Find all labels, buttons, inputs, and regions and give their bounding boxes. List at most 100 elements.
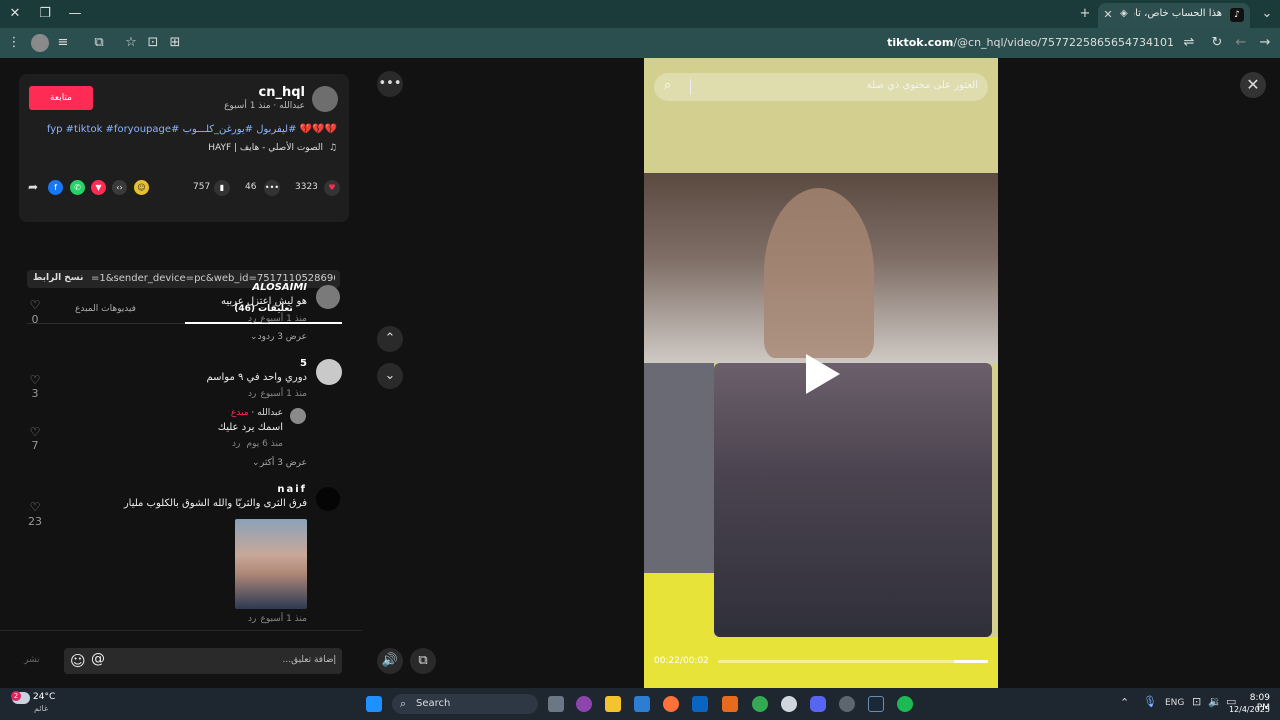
windows-start-icon[interactable] xyxy=(366,696,382,712)
volume-icon[interactable]: 🔊 xyxy=(377,648,403,674)
coin-gift-icon[interactable]: ☺ xyxy=(134,180,149,195)
tray-chevron-up-icon[interactable]: ⌃ xyxy=(1120,696,1129,709)
sound-name[interactable]: الصوت الأصلي - هايف | HAYF xyxy=(208,143,323,153)
search-icon: ⌕ xyxy=(400,697,407,710)
microphone-icon[interactable]: 🎙 xyxy=(1143,695,1157,708)
save-bookmark-icon[interactable]: ▮ xyxy=(214,180,230,196)
chrome-icon[interactable] xyxy=(752,696,768,712)
commenter-name[interactable]: ALOSAIMI xyxy=(252,282,307,293)
author-username[interactable]: cn_hql xyxy=(259,85,305,100)
windows-taskbar: 2 24°C غائم ⌕ Search ⌃ 🎙 ENG ⊡ 🔉 ▭ 8:09 … xyxy=(0,688,1280,720)
screenshot-icon[interactable]: ⊡ xyxy=(144,34,162,52)
comment-like-icon[interactable]: ♡ xyxy=(28,298,42,312)
video-frame-left xyxy=(644,363,714,573)
settings-gear-icon[interactable] xyxy=(781,696,797,712)
replier-name[interactable]: عبدالله xyxy=(257,408,283,418)
view-replies-button[interactable]: عرض 3 ردود xyxy=(258,332,307,342)
whatsapp-icon[interactable]: ✆ xyxy=(70,180,85,195)
follow-button[interactable]: متابعة xyxy=(29,86,93,110)
steam-icon[interactable] xyxy=(868,696,884,712)
creator-badge: مبدع xyxy=(230,408,249,418)
previous-video-chevron-up-icon[interactable]: ⌃ xyxy=(377,326,403,352)
spotify-icon[interactable] xyxy=(897,696,913,712)
like-heart-icon[interactable]: ♥ xyxy=(324,180,340,196)
replier-avatar[interactable] xyxy=(290,408,306,424)
task-view-icon[interactable] xyxy=(548,696,564,712)
commenter-avatar[interactable] xyxy=(316,487,340,511)
language-indicator[interactable]: ENG xyxy=(1165,698,1184,708)
store-icon[interactable] xyxy=(634,696,650,712)
commenter-avatar[interactable] xyxy=(316,359,342,385)
post-comment-button[interactable]: نشر xyxy=(24,655,40,665)
new-tab-button[interactable]: + xyxy=(1074,4,1096,24)
weather-label: غائم xyxy=(34,704,49,713)
extensions-icon[interactable]: ⧉ xyxy=(90,34,108,52)
reply-button[interactable]: رد xyxy=(248,389,256,399)
taskbar-search[interactable]: ⌕ Search xyxy=(392,694,538,714)
reply-button[interactable]: رد xyxy=(248,314,256,324)
close-window-icon[interactable]: ✕ xyxy=(4,4,26,24)
comment-input[interactable]: إضافة تعليق... xyxy=(282,655,336,665)
bookmark-star-icon[interactable]: ☆ xyxy=(122,34,140,52)
reply-button[interactable]: رد xyxy=(232,439,240,449)
volume-tray-icon[interactable]: 🔉 xyxy=(1208,695,1222,708)
file-explorer-icon[interactable] xyxy=(605,696,621,712)
embed-code-icon[interactable]: ‹› xyxy=(112,180,127,195)
minimize-window-icon[interactable]: — xyxy=(64,4,86,24)
related-search-bar[interactable]: العثور على محتوى ذي صلة ⌕ xyxy=(654,73,988,101)
copy-link-button[interactable]: نسخ الرابط xyxy=(33,273,83,283)
firefox-icon[interactable] xyxy=(663,696,679,712)
related-search-input[interactable]: العثور على محتوى ذي صلة xyxy=(867,80,978,91)
view-more-replies-button[interactable]: عرض 3 أكثر xyxy=(260,458,307,468)
comment-text: فرق الثرى والثريّا والله الشوق بالكلوب م… xyxy=(123,498,307,509)
comment-like-icon[interactable]: ♡ xyxy=(28,500,42,514)
clock-date[interactable]: 12/4/2025 xyxy=(1226,705,1270,714)
app-circle-icon[interactable] xyxy=(839,696,855,712)
commenter-avatar[interactable] xyxy=(316,285,340,309)
comment-image[interactable] xyxy=(235,519,307,609)
commenter-name[interactable]: naif xyxy=(277,484,307,495)
like-count: 3323 xyxy=(295,182,318,192)
copilot-icon[interactable] xyxy=(576,696,592,712)
reload-icon[interactable]: ↻ xyxy=(1208,34,1226,52)
facebook-icon[interactable]: f xyxy=(48,180,63,195)
close-tab-icon[interactable]: ✕ xyxy=(1100,5,1116,25)
profile-avatar[interactable] xyxy=(31,34,49,52)
comment-composer[interactable]: ☺ @ إضافة تعليق... xyxy=(64,648,342,674)
share-send-icon[interactable]: ▼ xyxy=(91,180,106,195)
network-icon[interactable]: ⊡ xyxy=(1192,695,1201,708)
video-person-figure xyxy=(764,188,874,358)
menu-kebab-icon[interactable]: ⋮ xyxy=(5,34,23,52)
mention-icon[interactable]: @ xyxy=(91,651,105,667)
browser-tab[interactable]: ✕ ◈ هذا الحساب خاص، تابع هذا ا... ♪ xyxy=(1098,3,1250,28)
media-controls-icon[interactable]: ≡ xyxy=(54,34,72,52)
video-player[interactable]: العثور على محتوى ذي صلة ⌕ 00:22/00:02 xyxy=(644,58,998,688)
emoji-icon[interactable]: ☺ xyxy=(70,652,86,670)
play-icon[interactable] xyxy=(806,354,840,394)
forward-icon[interactable]: ← xyxy=(1232,34,1250,52)
video-progress-track[interactable] xyxy=(718,660,988,663)
comment-like-icon[interactable]: ♡ xyxy=(28,425,42,439)
site-settings-icon[interactable]: ⇌ xyxy=(1180,34,1198,52)
comment-bubble-icon[interactable]: ••• xyxy=(264,180,280,196)
app-icon[interactable] xyxy=(722,696,738,712)
commenter-name[interactable]: 5 xyxy=(300,358,307,369)
share-arrow-icon[interactable]: ➦ xyxy=(28,180,38,194)
reply-button[interactable]: رد xyxy=(248,614,256,624)
search-icon[interactable]: ⌕ xyxy=(664,78,671,93)
tab-search-chevron-icon[interactable]: ⌄ xyxy=(1256,4,1278,24)
translate-icon[interactable]: ⊞ xyxy=(166,34,184,52)
tab-creator-videos[interactable]: فيديوهات المبدع xyxy=(27,296,184,324)
mute-tab-icon[interactable]: ◈ xyxy=(1120,8,1128,19)
discord-icon[interactable] xyxy=(810,696,826,712)
close-video-icon[interactable]: ✕ xyxy=(1240,72,1266,98)
comment-like-icon[interactable]: ♡ xyxy=(28,373,42,387)
restore-window-icon[interactable]: ❐ xyxy=(34,4,56,24)
address-bar[interactable]: tiktok.com/@cn_hql/video/757722586565473… xyxy=(887,36,1174,49)
author-avatar[interactable] xyxy=(312,86,338,112)
next-video-chevron-down-icon[interactable]: ⌄ xyxy=(377,363,403,389)
pip-icon[interactable]: ⧉ xyxy=(410,648,436,674)
back-icon[interactable]: → xyxy=(1256,34,1274,52)
more-options-icon[interactable]: ••• xyxy=(377,71,403,97)
outlook-icon[interactable] xyxy=(692,696,708,712)
